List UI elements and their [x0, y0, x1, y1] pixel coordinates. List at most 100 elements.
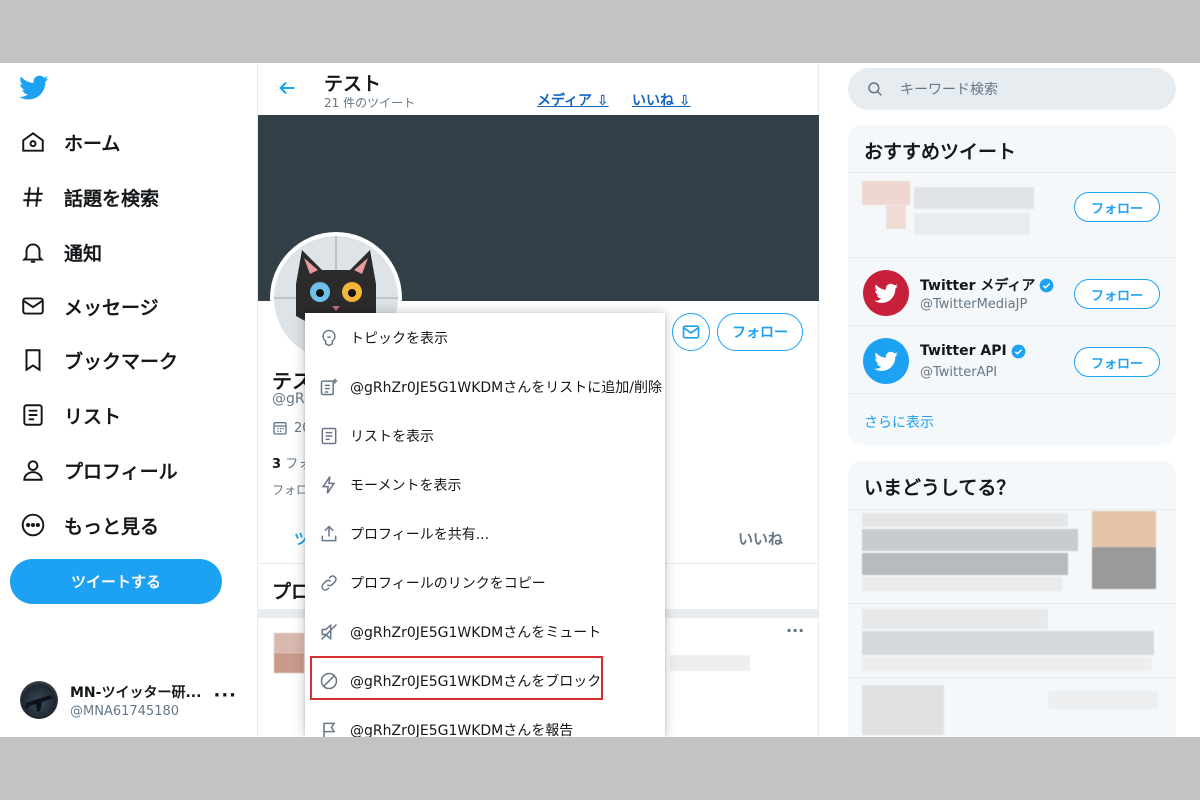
nav-profile[interactable]: プロフィール [20, 450, 178, 490]
follow-button-2[interactable]: フォロー [1074, 279, 1160, 309]
account-handle: @MNA61745180 [70, 703, 180, 719]
mute-icon [320, 623, 338, 640]
pixelated-account-avatar-2 [886, 205, 906, 229]
account-more-icon[interactable]: ··· [213, 685, 237, 706]
twitter-media-avatar[interactable] [863, 270, 909, 316]
list-icon [23, 404, 43, 426]
show-more-link[interactable]: さらに表示 [864, 412, 934, 432]
list-add-icon [320, 378, 338, 395]
account-name-media: Twitter メディア [920, 275, 1054, 295]
account-handle-media: @TwitterMediaJP [920, 297, 1028, 312]
menu-item-view-lists[interactable]: リストを表示 [305, 411, 665, 460]
hashtag-icon [23, 187, 43, 207]
pixelated-trend [1048, 691, 1158, 709]
search-icon [868, 82, 882, 96]
media-link[interactable]: メディア ⇩ [537, 90, 609, 110]
menu-item-add-to-list[interactable]: @gRhZr0JE5G1WKDMさんをリストに追加/削除 [305, 362, 665, 411]
menu-label: @gRhZr0JE5G1WKDMさんをブロック [350, 673, 602, 690]
pixelated-avatar [274, 633, 304, 653]
account-avatar [20, 681, 58, 719]
likes-link[interactable]: いいね ⇩ [632, 90, 691, 110]
menu-label: @gRhZr0JE5G1WKDMさんをリストに追加/削除 [350, 379, 662, 396]
pixelated-thumbnail [1092, 547, 1156, 589]
pixelated-account-avatar [862, 181, 910, 205]
pixelated-thumbnail [1092, 511, 1156, 547]
twitter-api-avatar[interactable] [863, 338, 909, 384]
profile-follow-button[interactable]: フォロー [717, 313, 803, 351]
bookmark-icon [25, 349, 41, 372]
menu-label: モーメントを表示 [350, 477, 462, 494]
pixelated-trend [862, 553, 1068, 575]
verified-badge-icon [1040, 278, 1054, 292]
pixelated-account-handle [914, 213, 1030, 235]
follow-button-3[interactable]: フォロー [1074, 347, 1160, 377]
search-input[interactable]: キーワード検索 [900, 79, 998, 99]
page-title: テスト [324, 73, 382, 95]
link-icon [321, 574, 337, 591]
nav-explore-label: 話題を検索 [64, 187, 160, 210]
airplane-icon [25, 695, 53, 712]
recommend-panel: おすすめツイート フォロー Twitter メディア @TwitterMedia… [848, 125, 1176, 445]
nav-profile-label: プロフィール [64, 460, 178, 483]
account-name-api: Twitter API [920, 343, 1026, 359]
share-icon [321, 524, 337, 541]
menu-item-report[interactable]: @gRhZr0JE5G1WKDMさんを報告 [305, 705, 665, 737]
home-icon [22, 132, 44, 152]
tweet-more-icon[interactable]: ··· [786, 621, 804, 640]
tweet-button[interactable]: ツイートする [10, 559, 222, 604]
menu-label: プロフィールを共有... [350, 526, 490, 543]
lightning-icon [321, 475, 336, 494]
screenshot-bottom-bar [0, 737, 1200, 800]
nav-lists[interactable]: リスト [20, 395, 121, 435]
nav-notifications[interactable]: 通知 [20, 232, 102, 272]
message-button[interactable] [672, 313, 710, 351]
nav-messages-label: メッセージ [64, 296, 159, 319]
menu-item-view-moments[interactable]: モーメントを表示 [305, 460, 665, 509]
tab-likes[interactable]: いいね [738, 528, 783, 549]
nav-bookmarks[interactable]: ブックマーク [20, 340, 178, 380]
panel-divider [848, 172, 1176, 173]
follow-button-1[interactable]: フォロー [1074, 192, 1160, 222]
more-circle-icon [21, 513, 45, 537]
twitter-logo-icon[interactable] [19, 75, 49, 101]
nav-more[interactable]: もっと見る [20, 505, 159, 545]
panel-divider [848, 257, 1176, 258]
menu-item-copy-link[interactable]: プロフィールのリンクをコピー [305, 558, 665, 607]
block-icon [320, 672, 338, 689]
account-switcher[interactable]: MN-ツイッター研... @MNA61745180 ··· [20, 675, 245, 725]
nav-messages[interactable]: メッセージ [20, 286, 159, 326]
account-name: MN-ツイッター研... [70, 684, 202, 701]
back-arrow-icon[interactable] [276, 77, 298, 99]
nav-explore[interactable]: 話題を検索 [20, 177, 159, 217]
pixelated-trend [862, 513, 1068, 527]
menu-label: @gRhZr0JE5G1WKDMさんを報告 [350, 722, 574, 738]
nav-more-label: もっと見る [64, 515, 160, 538]
search-box[interactable]: キーワード検索 [848, 68, 1176, 110]
pixelated-trend [862, 685, 944, 735]
menu-label: リストを表示 [350, 428, 434, 445]
menu-item-view-topics[interactable]: トピックを表示 [305, 313, 665, 362]
pixelated-text [670, 655, 750, 671]
pixelated-trend [862, 609, 1048, 629]
menu-item-mute[interactable]: @gRhZr0JE5G1WKDMさんをミュート [305, 607, 665, 656]
account-name-media-text: Twitter メディア [920, 278, 1036, 294]
followed-by: フォロ [272, 483, 309, 497]
flag-icon [323, 722, 336, 737]
bell-icon [21, 243, 45, 263]
twitter-bird-icon [874, 283, 898, 303]
tweet-count: 21 件のツイート [324, 96, 416, 110]
nav-lists-label: リスト [64, 405, 122, 428]
pixelated-trend [862, 529, 1078, 551]
menu-item-share-profile[interactable]: プロフィールを共有... [305, 509, 665, 558]
trends-panel: いまどうしてる？ [848, 461, 1176, 737]
trends-title: いまどうしてる？ [864, 477, 1016, 499]
list-icon [321, 427, 337, 444]
screenshot-top-bar [0, 0, 1200, 63]
panel-divider [848, 325, 1176, 326]
verified-badge-icon [1011, 344, 1026, 358]
pixelated-avatar-2 [274, 653, 304, 673]
nav-home[interactable]: ホーム [20, 122, 120, 162]
menu-item-block[interactable]: @gRhZr0JE5G1WKDMさんをブロック [305, 656, 665, 705]
following-count: 3 [272, 457, 282, 472]
envelope-icon [682, 325, 700, 339]
